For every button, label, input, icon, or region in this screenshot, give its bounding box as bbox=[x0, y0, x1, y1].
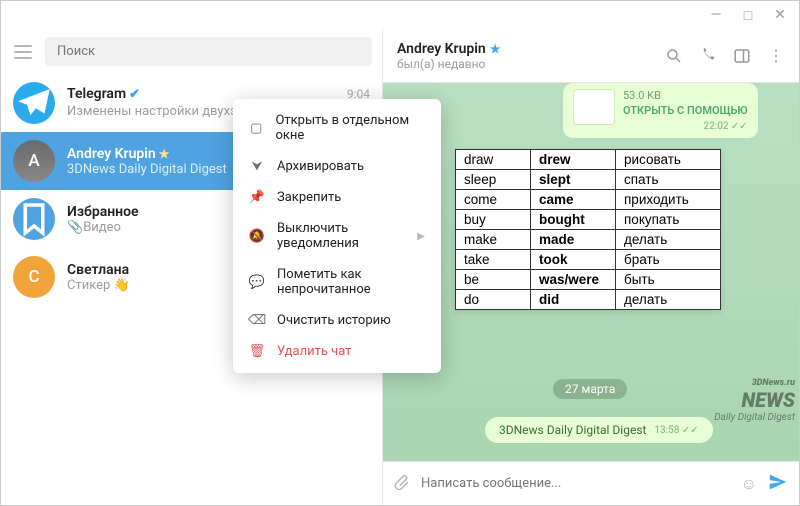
attach-icon[interactable] bbox=[393, 473, 411, 495]
mute-icon: 🔕 bbox=[249, 229, 265, 244]
file-bubble[interactable]: 53.0 KB ОТКРЫТЬ С ПОМОЩЬЮ 22:02 ✓✓ bbox=[563, 83, 758, 138]
menu-mute[interactable]: 🔕Выключить уведомления▶ bbox=[233, 213, 441, 259]
chat-name: Andrey Krupin★ bbox=[67, 146, 169, 162]
chat-name: Светлана bbox=[67, 262, 129, 278]
trash-icon: 🗑 bbox=[249, 344, 265, 359]
table-row: makemadeделать bbox=[456, 230, 721, 250]
menu-archive[interactable]: ⮟Архивировать bbox=[233, 151, 441, 182]
avatar bbox=[13, 82, 55, 124]
maximize-icon[interactable]: □ bbox=[741, 7, 755, 24]
minimize-icon[interactable]: — bbox=[709, 7, 723, 23]
avatar: С bbox=[13, 256, 55, 298]
header-name: Andrey Krupin★ bbox=[397, 41, 649, 57]
emoji-icon[interactable]: ☺ bbox=[741, 474, 757, 494]
call-icon[interactable] bbox=[699, 47, 717, 65]
table-row: comecameприходить bbox=[456, 190, 721, 210]
table-row: sleepsleptспать bbox=[456, 170, 721, 190]
pin-icon: 📌 bbox=[249, 190, 265, 205]
file-size: 53.0 KB bbox=[623, 89, 748, 102]
close-icon[interactable]: ✕ bbox=[773, 7, 787, 23]
menu-open-window[interactable]: ▢Открыть в отдельном окне bbox=[233, 105, 441, 151]
table-bubble: drawdrewрисоватьsleepsleptспатьcomecameп… bbox=[455, 149, 721, 310]
chat-name: Telegram✔ bbox=[67, 86, 140, 102]
sidepanel-icon[interactable] bbox=[733, 47, 751, 65]
date-separator: 27 марта bbox=[553, 379, 627, 399]
broom-icon: ⌫ bbox=[249, 313, 265, 328]
archive-icon: ⮟ bbox=[249, 159, 265, 174]
send-icon[interactable] bbox=[767, 471, 789, 497]
message-bubble[interactable]: 3DNews Daily Digital Digest 13:58 ✓✓ bbox=[485, 417, 713, 443]
search-row bbox=[1, 29, 382, 74]
table-row: taketookбрать bbox=[456, 250, 721, 270]
msg-time: 13:58 ✓✓ bbox=[654, 425, 698, 436]
context-menu: ▢Открыть в отдельном окне ⮟Архивировать … bbox=[233, 99, 441, 373]
window-icon: ▢ bbox=[249, 121, 263, 136]
bookmark-icon bbox=[13, 198, 55, 240]
menu-delete[interactable]: 🗑Удалить чат bbox=[233, 336, 441, 367]
header-status: был(а) недавно bbox=[397, 57, 649, 71]
search-input[interactable] bbox=[45, 37, 372, 66]
hamburger-icon[interactable] bbox=[11, 45, 35, 59]
avatar: A bbox=[13, 140, 55, 182]
chat-messages: 53.0 KB ОТКРЫТЬ С ПОМОЩЬЮ 22:02 ✓✓ drawd… bbox=[383, 83, 799, 461]
app-window: — □ ✕ Telegram✔ 9:04 bbox=[0, 0, 800, 506]
table-row: dodidделать bbox=[456, 290, 721, 310]
table-row: bewas/wereбыть bbox=[456, 270, 721, 290]
watermark: 3DNews.ru NEWS Daily Digital Digest bbox=[714, 378, 795, 423]
titlebar: — □ ✕ bbox=[1, 1, 799, 29]
menu-pin[interactable]: 📌Закрепить bbox=[233, 182, 441, 213]
chat-icon: 💬 bbox=[249, 275, 265, 290]
chat-name: Избранное bbox=[67, 204, 139, 220]
message-input[interactable] bbox=[421, 476, 731, 491]
chevron-right-icon: ▶ bbox=[417, 231, 425, 242]
composer: ☺ bbox=[383, 461, 799, 505]
chat-pane: Andrey Krupin★ был(а) недавно ⋮ 53.0 KB … bbox=[383, 29, 799, 505]
search-icon[interactable] bbox=[665, 47, 683, 65]
chat-header: Andrey Krupin★ был(а) недавно ⋮ bbox=[383, 29, 799, 83]
menu-clear[interactable]: ⌫Очистить историю bbox=[233, 305, 441, 336]
more-icon[interactable]: ⋮ bbox=[767, 47, 785, 65]
menu-unread[interactable]: 💬Пометить как непрочитанное bbox=[233, 259, 441, 305]
verified-icon: ✔ bbox=[129, 87, 140, 102]
open-with-button[interactable]: ОТКРЫТЬ С ПОМОЩЬЮ bbox=[623, 104, 748, 117]
table-row: buyboughtпокупать bbox=[456, 210, 721, 230]
table-row: drawdrewрисовать bbox=[456, 150, 721, 170]
verbs-table: drawdrewрисоватьsleepsleptспатьcomecameп… bbox=[455, 149, 721, 310]
star-icon: ★ bbox=[490, 42, 501, 56]
msg-time: 22:02 ✓✓ bbox=[623, 121, 748, 132]
file-thumbnail bbox=[573, 89, 615, 125]
star-icon: ★ bbox=[159, 147, 170, 161]
